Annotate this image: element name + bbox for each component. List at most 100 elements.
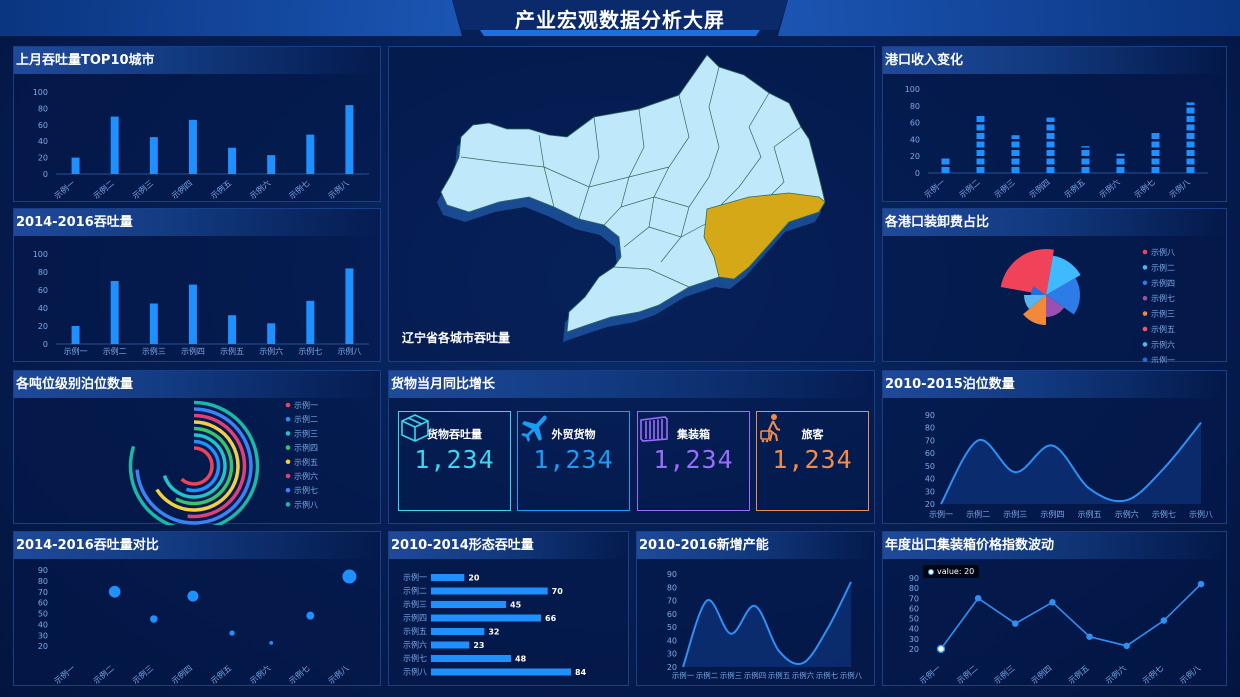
x-tick-label: 示例四 <box>1027 177 1052 200</box>
bar <box>71 326 80 344</box>
bar-segment <box>1011 158 1020 165</box>
x-tick-label: 示例一 <box>929 509 953 519</box>
x-tick-label: 示例八 <box>326 663 351 686</box>
legend-label: 示例八 <box>1151 247 1175 257</box>
bar <box>1116 153 1125 173</box>
kpi-card-container[interactable]: 集装箱 1,234 <box>637 411 750 511</box>
y-tick-label: 30 <box>38 631 48 640</box>
legend-label: 示例二 <box>294 414 318 424</box>
bar-segment <box>976 150 985 156</box>
map-panel: 辽宁省各城市吞吐量 <box>388 46 875 362</box>
x-tick-label: 示例五 <box>768 671 790 680</box>
y-tick-label: 70 <box>909 594 919 603</box>
x-tick-label: 示例五 <box>209 178 234 201</box>
data-label: 48 <box>515 655 527 664</box>
bar <box>431 628 485 635</box>
legend-swatch <box>285 459 291 465</box>
bar <box>1011 135 1020 173</box>
x-tick-label: 示例八 <box>840 671 863 680</box>
y-tick-label: 0 <box>915 169 920 178</box>
data-label: 20 <box>468 574 480 583</box>
data-point <box>974 595 982 602</box>
map-caption: 辽宁省各城市吞吐量 <box>402 331 511 345</box>
bar-segment <box>1151 141 1160 148</box>
map-region-highlight <box>703 192 826 280</box>
data-point <box>269 640 274 645</box>
data-point <box>1160 617 1168 624</box>
y-tick-label: 0 <box>43 340 48 349</box>
bar-segment <box>1011 135 1020 139</box>
legend-swatch <box>1142 295 1148 301</box>
bar <box>306 134 315 174</box>
legend-swatch <box>285 431 291 436</box>
y-tick-label: 示例七 <box>403 653 427 663</box>
bar <box>345 105 354 174</box>
legend-swatch <box>285 445 291 450</box>
bar-segment <box>1151 167 1160 173</box>
kpi-card-cargo[interactable]: 货物吞吐量 1,234 <box>398 411 511 511</box>
legend-label: 示例六 <box>1151 339 1175 349</box>
y-tick-label: 60 <box>909 604 919 613</box>
data-point <box>306 611 315 620</box>
x-tick-label: 示例二 <box>91 663 116 686</box>
bar-segment <box>1046 124 1055 131</box>
y-tick-label: 90 <box>909 574 919 583</box>
x-tick-label: 示例一 <box>52 178 77 201</box>
capacity1016-panel: 2010-2016新增产能 20 30 40 50 60 70 80 90 示例一 示例二 示例三示… <box>636 531 875 686</box>
capacity1016-chart: 2030405060708090示例一 示例二 示例三 示例四 示例五 示例六 示例七 示例八 <box>667 570 863 680</box>
ring-segment <box>180 446 214 486</box>
x-tick-label: 示例三 <box>142 346 166 356</box>
x-tick-label: 示例一 <box>52 663 77 686</box>
bar <box>431 641 470 649</box>
x-tick-label: 示例八 <box>337 346 361 356</box>
x-tick-label: 示例四 <box>169 663 194 686</box>
bar <box>976 116 985 173</box>
compare1416-panel: 2014-2016吞吐量对比 20 30 40 50 60 70 80 90 示例一 示例二 示例三… <box>13 531 381 686</box>
y-tick-label: 80 <box>38 577 48 586</box>
y-tick-label: 40 <box>38 304 48 313</box>
rose-wedge <box>1000 249 1054 295</box>
x-tick-label: 示例三 <box>1003 509 1027 519</box>
legend-label: 示例六 <box>294 471 318 481</box>
data-point <box>229 630 235 636</box>
x-tick-label: 示例七 <box>1140 663 1165 686</box>
y-tick-label: 70 <box>667 597 677 606</box>
legend-swatch <box>1142 265 1148 270</box>
x-tick-label: 示例七 <box>1152 509 1176 519</box>
x-tick-label: 示例六 <box>1103 663 1128 686</box>
top10-panel: 上月吞吐量TOP10城市 0 20 40 60 80 100 示例一 示例二 示例三 示例四 示例五… <box>13 46 381 202</box>
series-line <box>940 583 1202 650</box>
bar <box>306 300 315 344</box>
data-point <box>1012 620 1019 627</box>
ring-segment <box>187 413 247 519</box>
data-point <box>187 590 199 602</box>
bar-segment <box>1151 133 1160 139</box>
bar <box>188 119 197 174</box>
x-tick-label: 示例五 <box>1062 177 1087 200</box>
kpi-card-trade[interactable]: 外贸货物 1,234 <box>517 411 630 511</box>
bar-segment <box>1116 158 1125 165</box>
x-tick-label: 示例六 <box>259 346 283 356</box>
export-index-panel: 年度出口集装箱价格指数波动 20 30 40 50 60 70 80 90 示例一 示例二 示例三示… <box>882 531 1227 686</box>
bar <box>149 303 158 344</box>
ring-segment <box>162 433 227 499</box>
bar-segment <box>1081 158 1090 165</box>
bar-segment <box>1081 150 1090 156</box>
bar-segment <box>976 124 985 131</box>
y-tick-label: 30 <box>909 635 919 644</box>
box-icon <box>401 414 429 442</box>
bar-segment <box>1046 167 1055 173</box>
legend-label: 示例三 <box>294 428 318 438</box>
y-tick-label: 示例二 <box>403 586 427 596</box>
legend-swatch <box>285 473 291 479</box>
bar-segment <box>1046 141 1055 148</box>
y-tick-label: 20 <box>925 500 935 509</box>
legend-swatch <box>1142 326 1148 332</box>
data-point <box>342 569 357 584</box>
bar-segment <box>976 116 985 122</box>
y-tick-label: 60 <box>38 599 48 608</box>
kpi-card-passenger[interactable]: 旅客 1,234 <box>756 411 869 511</box>
bar <box>941 158 950 173</box>
data-point <box>150 615 158 623</box>
x-tick-label: 示例三 <box>130 178 155 201</box>
